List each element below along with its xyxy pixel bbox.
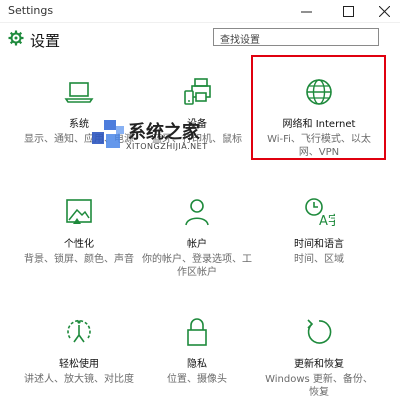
update-icon [307, 319, 332, 344]
tile-ease-name: 轻松使用 [59, 359, 99, 370]
tile-devices-desc: 蓝牙、打印机、鼠标 [152, 134, 242, 145]
close-icon [378, 5, 390, 17]
tile-accounts[interactable]: 帐户 你的帐户、登录选项、工作区帐户 [142, 196, 252, 279]
minimize-button[interactable] [290, 0, 322, 22]
tile-accounts-name: 帐户 [187, 239, 207, 250]
minimize-icon [300, 11, 312, 12]
tile-privacy-desc: 位置、摄像头 [167, 374, 227, 385]
tile-update-recovery[interactable]: 更新和恢复 Windows 更新、备份、恢复 [264, 316, 374, 399]
tile-accounts-desc: 你的帐户、登录选项、工作区帐户 [142, 254, 252, 278]
tile-time-language-desc: 时间、区域 [294, 254, 344, 265]
highlight-box [251, 55, 386, 160]
maximize-button[interactable] [332, 0, 364, 22]
time-language-icon: A字 [305, 198, 335, 228]
svg-text:A字: A字 [319, 214, 335, 228]
tile-system-name: 系统 [69, 119, 89, 130]
tile-personalization[interactable]: 个性化 背景、锁屏、颜色、声音 [24, 196, 134, 266]
tile-ease-desc: 讲述人、放大镜、对比度 [24, 374, 134, 385]
tile-personalization-desc: 背景、锁屏、颜色、声音 [24, 254, 134, 265]
tile-update-desc: Windows 更新、备份、恢复 [265, 374, 373, 398]
devices-icon [184, 78, 211, 105]
page-title: 设置 [30, 32, 61, 50]
gear-icon [8, 30, 24, 46]
tile-privacy[interactable]: 隐私 位置、摄像头 [142, 316, 252, 386]
tile-update-name: 更新和恢复 [294, 359, 344, 370]
laptop-icon [64, 82, 94, 103]
close-button[interactable] [368, 0, 400, 22]
maximize-icon [342, 5, 354, 17]
tile-devices-name: 设备 [187, 119, 207, 130]
person-icon [185, 199, 209, 226]
window-title: Settings [8, 4, 54, 17]
search-placeholder: 查找设置 [220, 35, 260, 46]
ease-of-access-icon [67, 319, 91, 343]
title-bar: Settings [0, 0, 400, 23]
tile-ease-of-access[interactable]: 轻松使用 讲述人、放大镜、对比度 [24, 316, 134, 386]
tile-time-language[interactable]: A字 时间和语言 时间、区域 [264, 196, 374, 266]
tile-system-desc: 显示、通知、应用、电源 [24, 134, 134, 145]
lock-icon [187, 318, 207, 346]
tile-system[interactable]: 系统 显示、通知、应用、电源 [24, 76, 134, 146]
personalization-icon [66, 199, 92, 224]
tile-devices[interactable]: 设备 蓝牙、打印机、鼠标 [142, 76, 252, 146]
search-input[interactable]: 查找设置 [213, 28, 379, 46]
tile-privacy-name: 隐私 [187, 359, 207, 370]
tile-personalization-name: 个性化 [64, 239, 94, 250]
tile-time-language-name: 时间和语言 [294, 239, 344, 250]
